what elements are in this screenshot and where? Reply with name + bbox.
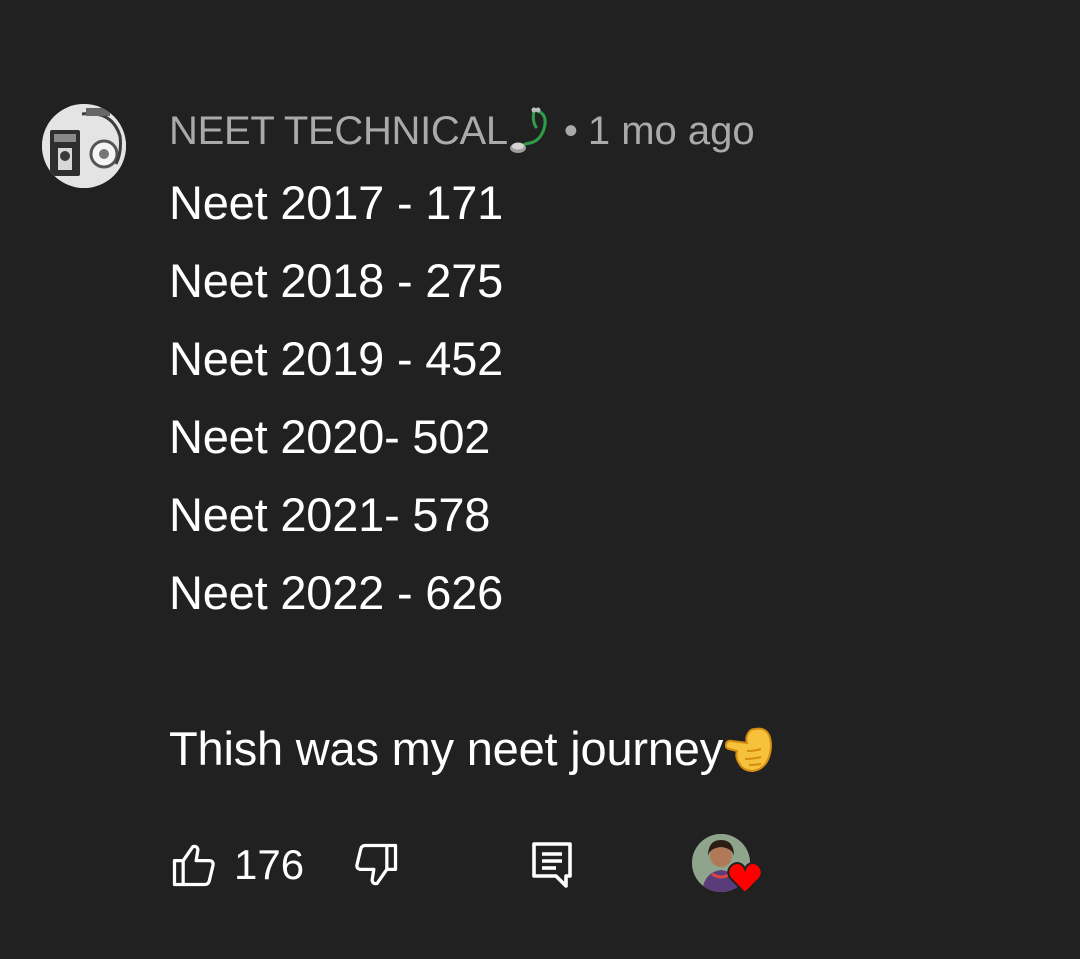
creator-heart-badge xyxy=(692,832,768,898)
author-name[interactable]: NEET TECHNICAL xyxy=(169,109,508,154)
pointing-hand-icon xyxy=(724,721,777,777)
comment-reply-icon xyxy=(532,842,572,888)
comment-line: Neet 2018 - 275 xyxy=(169,254,504,307)
comment-actions: 176 xyxy=(168,830,768,900)
comment-line: Neet 2019 - 452 xyxy=(169,332,504,385)
like-count: 176 xyxy=(234,841,305,888)
thumbs-down-icon xyxy=(355,843,398,886)
thumbs-up-icon xyxy=(172,844,215,887)
closing-text: Thish was my neet journey xyxy=(169,722,724,775)
comment-header: NEET TECHNICAL • 1 mo ago xyxy=(169,104,755,158)
author-avatar[interactable] xyxy=(42,104,126,188)
comment-line: Neet 2017 - 171 xyxy=(169,176,504,229)
comment-line: Neet 2022 - 626 xyxy=(169,566,504,619)
comment-body: Neet 2017 - 171 Neet 2018 - 275 Neet 201… xyxy=(169,164,777,788)
comment-thread: NEET TECHNICAL • 1 mo ago Neet 2017 - 17… xyxy=(0,0,1080,959)
comment-line: Neet 2021- 578 xyxy=(169,488,491,541)
comment-line: Neet 2020- 502 xyxy=(169,410,491,463)
reply-button[interactable] xyxy=(530,840,574,890)
stethoscope-icon xyxy=(508,107,556,155)
creator-heart-icon xyxy=(726,860,764,896)
dislike-button[interactable] xyxy=(350,839,402,891)
comment-timestamp[interactable]: 1 mo ago xyxy=(588,109,755,154)
comment-closing-line: Thish was my neet journey xyxy=(169,710,777,788)
avatar-image xyxy=(42,104,126,188)
separator-dot: • xyxy=(563,108,578,153)
like-button[interactable] xyxy=(168,839,220,891)
